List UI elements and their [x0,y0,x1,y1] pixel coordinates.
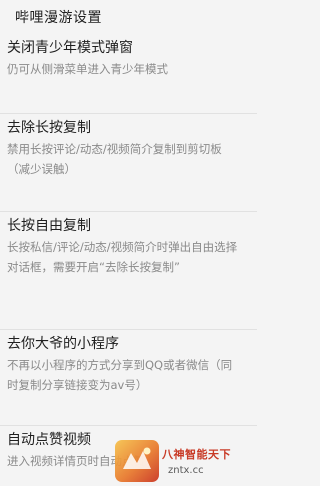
setting-description: 不再以小程序的方式分享到QQ或者微信（同时复制分享链接变为av号） [7,358,233,392]
setting-description: 仍可从侧滑菜单进入青少年模式 [7,62,168,76]
setting-title: 去你大爷的小程序 [7,336,119,352]
setting-description: 禁用长按评论/动态/视频简介复制到剪切板（减少误触） [7,142,222,176]
page-title: 哔哩漫游设置 [15,10,102,26]
setting-title: 长按自由复制 [7,218,91,234]
watermark-name: 八神智能天下 [162,448,231,461]
page-header: 哔哩漫游设置 [0,0,257,34]
setting-title: 关闭青少年模式弹窗 [7,40,133,56]
watermark-url: zntx.cc [168,465,204,476]
setting-long-press-free-copy[interactable]: 长按自由复制 长按私信/评论/动态/视频简介时弹出自由选择对话框，需要开启“去除… [0,212,257,330]
setting-title: 去除长按复制 [7,120,91,136]
setting-no-mini-program-share[interactable]: 去你大爷的小程序 不再以小程序的方式分享到QQ或者微信（同时复制分享链接变为av… [0,330,257,426]
setting-remove-long-press-copy[interactable]: 去除长按复制 禁用长按评论/动态/视频简介复制到剪切板（减少误触） [0,114,257,212]
setting-disable-teen-mode-popup[interactable]: 关闭青少年模式弹窗 仍可从侧滑菜单进入青少年模式 [0,34,257,114]
watermark-logo-icon [115,440,159,482]
watermark-text: 八神智能天下 zntx.cc [162,446,231,476]
setting-description: 长按私信/评论/动态/视频简介时弹出自由选择对话框，需要开启“去除长按复制” [7,240,238,274]
settings-list: 关闭青少年模式弹窗 仍可从侧滑菜单进入青少年模式 去除长按复制 禁用长按评论/动… [0,34,257,486]
settings-screen: 哔哩漫游设置 关闭青少年模式弹窗 仍可从侧滑菜单进入青少年模式 去除长按复制 禁… [0,0,257,486]
watermark: 八神智能天下 zntx.cc [114,436,257,486]
